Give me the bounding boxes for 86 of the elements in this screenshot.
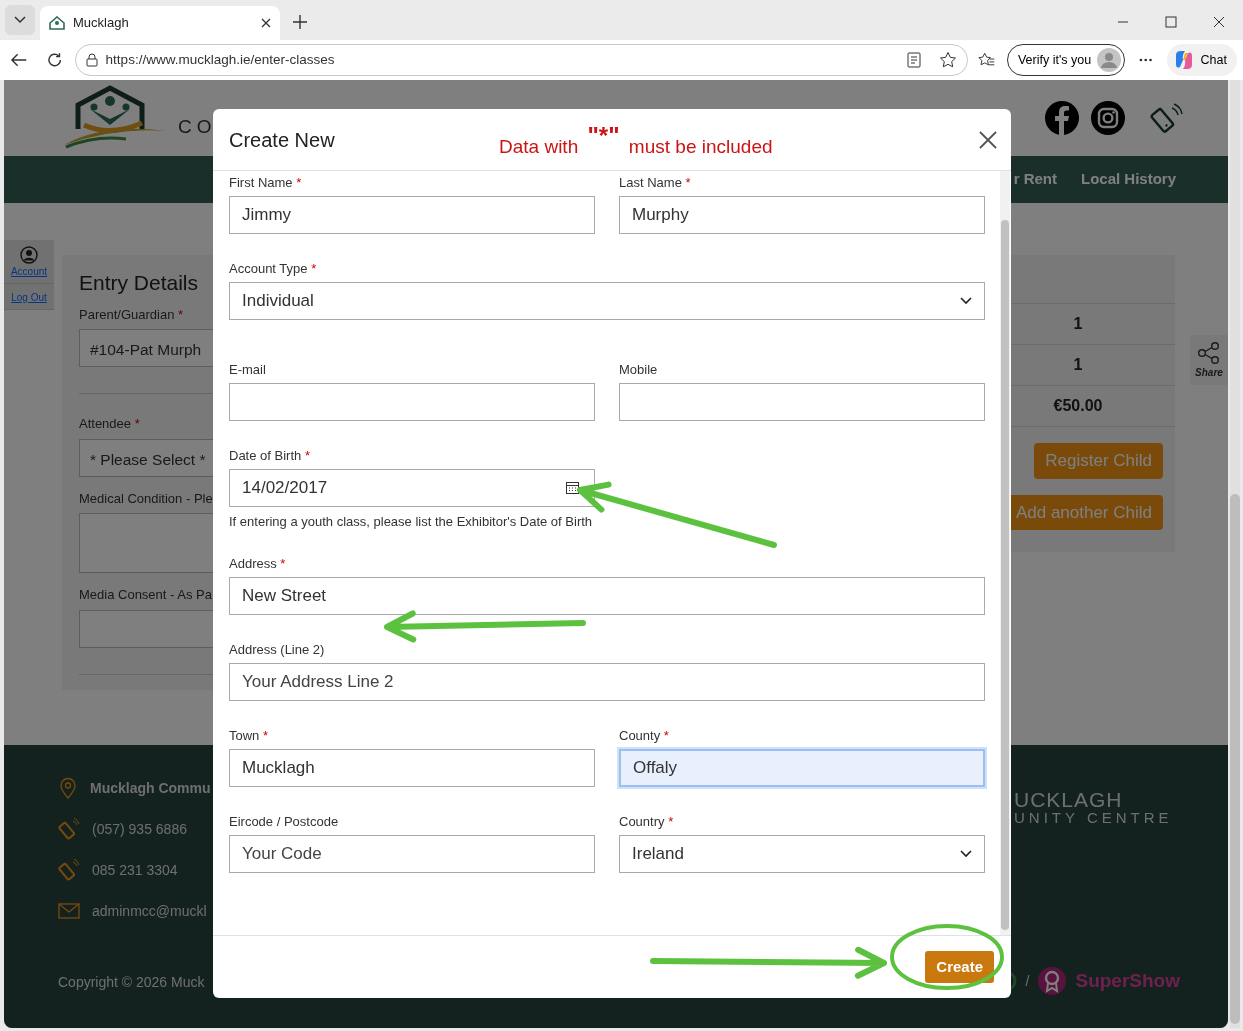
field-label: Attendee *: [79, 415, 141, 433]
field-label: Parent/Guardian *: [79, 305, 185, 324]
separator-text: /: [1025, 971, 1030, 991]
input-field[interactable]: [229, 383, 595, 421]
date-field[interactable]: 14/02/2017: [229, 469, 595, 507]
more-icon[interactable]: [1139, 58, 1153, 62]
field-label: Date of Birth *: [229, 447, 311, 465]
input-field[interactable]: Jimmy: [229, 196, 595, 234]
close-icon[interactable]: [261, 18, 271, 28]
chat-button[interactable]: Chat: [1166, 44, 1237, 76]
share-icon: [1197, 340, 1221, 365]
phone-icon: [58, 818, 80, 840]
input-field[interactable]: New Street: [229, 577, 985, 615]
facebook-icon[interactable]: [1044, 100, 1080, 136]
rosette-icon: [1037, 966, 1068, 996]
brand-subtitle: UNITY CENTRE: [1014, 810, 1173, 827]
close-button[interactable]: [979, 130, 997, 149]
location-pin-icon: [58, 777, 78, 799]
field-label: Media Consent - As Pa: [79, 586, 213, 604]
field-label: Country *: [619, 813, 675, 831]
input-field[interactable]: #104-Pat Murph: [79, 329, 213, 367]
chevron-down-icon: [960, 297, 972, 305]
section-title: Entry Details: [79, 270, 200, 296]
phone-icon[interactable]: [1148, 102, 1184, 134]
dialog-title: Create New: [229, 127, 336, 153]
dropdown[interactable]: Ireland: [619, 835, 985, 873]
star-icon[interactable]: [938, 51, 957, 69]
close-icon: [979, 130, 997, 149]
mail-icon: [58, 903, 80, 919]
field-label: Eircode / Postcode: [229, 813, 340, 831]
contact-text: (057) 935 6886: [92, 819, 187, 839]
chevron-down-icon: [960, 850, 972, 858]
nav-link[interactable]: r Rent: [1013, 168, 1057, 191]
share-button[interactable]: Share: [1190, 335, 1228, 385]
user-icon: [20, 246, 38, 264]
back-icon[interactable]: [10, 52, 28, 68]
help-text: If entering a youth class, please list the Exhibitor's Date of Birth: [229, 513, 594, 531]
close-icon[interactable]: [1213, 16, 1225, 28]
input-field[interactable]: Offaly: [619, 749, 985, 787]
supershow-logo-text: SuperShow: [1075, 968, 1180, 993]
field-label: First Name *: [229, 174, 303, 192]
input-field[interactable]: Your Code: [229, 835, 595, 873]
scrollbar[interactable]: [1230, 80, 1240, 1028]
reload-icon[interactable]: [47, 52, 63, 68]
input-field[interactable]: [619, 383, 985, 421]
field-label: Town *: [229, 727, 270, 745]
table-cell-text: 1: [1073, 314, 1083, 334]
favorites-icon[interactable]: [977, 52, 995, 68]
verify-button[interactable]: Verify it's you: [1006, 44, 1126, 76]
input-field[interactable]: [79, 609, 213, 648]
phone-icon: [58, 859, 80, 881]
nav-link[interactable]: Local History: [1080, 168, 1176, 191]
field-label: E-mail: [229, 361, 267, 379]
browser-tab[interactable]: Mucklagh: [40, 6, 280, 40]
contact-text: 085 231 3304: [92, 860, 178, 880]
field-label: County *: [619, 727, 670, 745]
field-label: Last Name *: [619, 174, 692, 192]
field-label: Account Type *: [229, 260, 318, 278]
input-field[interactable]: Your Address Line 2: [229, 663, 985, 701]
field-label: Mobile: [619, 361, 659, 379]
copyright-text: Copyright © 2026 Muck: [58, 973, 205, 992]
new-tab-icon[interactable]: [292, 14, 308, 30]
brand-name: UCKLAGH: [1014, 789, 1124, 810]
input-field[interactable]: Mucklagh: [229, 749, 595, 787]
calendar-icon[interactable]: [566, 481, 579, 494]
instagram-icon[interactable]: [1090, 100, 1126, 136]
reader-icon[interactable]: [906, 52, 921, 68]
table-cell-text: €50.00: [1053, 396, 1103, 416]
dropdown[interactable]: Individual: [229, 282, 985, 320]
chevron-down-icon: [14, 16, 26, 24]
required-notice: Data with "*" must be included: [499, 126, 773, 159]
contact-text: Mucklagh Commu: [90, 778, 211, 798]
field-label: Medical Condition - Ple: [79, 489, 213, 508]
scrollbar[interactable]: [1000, 171, 1010, 935]
avatar-icon: [1097, 48, 1122, 72]
maximize-icon[interactable]: [1165, 16, 1177, 28]
field-label: Address *: [229, 555, 287, 573]
site-icon: [49, 16, 65, 30]
table-cell-text: 1: [1073, 355, 1083, 375]
logo-text: CO: [178, 114, 217, 139]
input-field[interactable]: Murphy: [619, 196, 985, 234]
field-label: Address (Line 2): [229, 641, 326, 659]
contact-text: adminmcc@muckl: [92, 901, 207, 921]
input-field[interactable]: * Please Select *: [79, 438, 213, 477]
lock-icon: [85, 53, 98, 67]
tab-list-button[interactable]: [5, 5, 35, 35]
